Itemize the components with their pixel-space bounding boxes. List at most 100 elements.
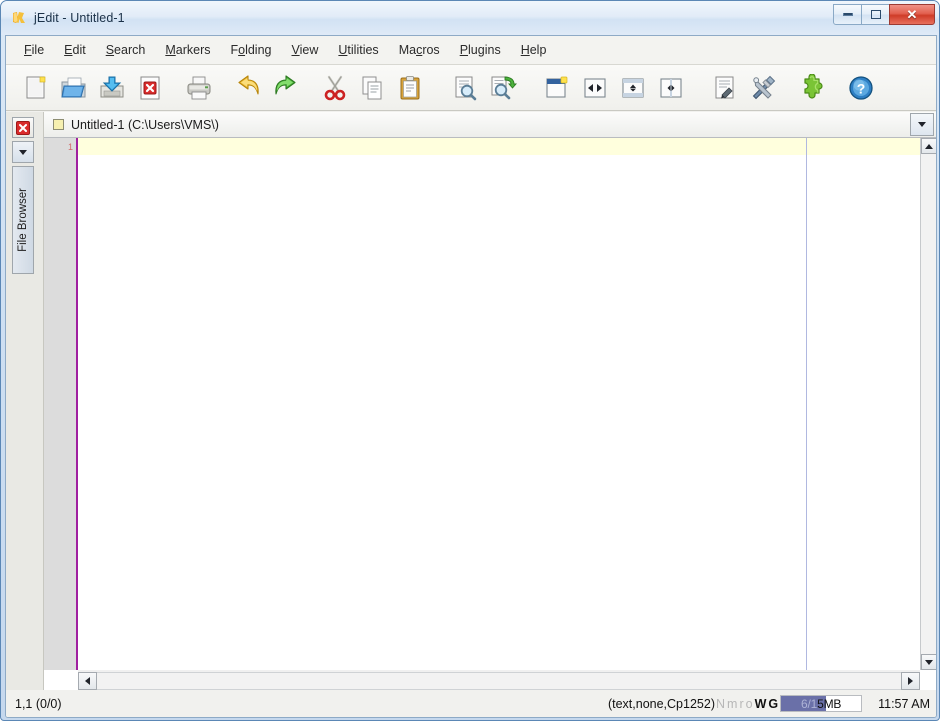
close-file-icon bbox=[140, 76, 160, 99]
dock-close-button[interactable] bbox=[12, 117, 34, 138]
cut-button[interactable] bbox=[316, 69, 354, 107]
split-vertical-button[interactable] bbox=[652, 69, 690, 107]
undo-button[interactable] bbox=[229, 69, 267, 107]
window-title: jEdit - Untitled-1 bbox=[34, 11, 125, 25]
arrow-right-icon bbox=[908, 677, 913, 685]
status-flag-linesep[interactable]: W bbox=[754, 697, 768, 711]
menu-edit[interactable]: Edit bbox=[54, 39, 96, 61]
global-options-icon bbox=[752, 75, 776, 99]
close-file-button[interactable] bbox=[131, 69, 169, 107]
cut-icon bbox=[324, 75, 346, 100]
title-bar: jEdit - Untitled-1 ✕ bbox=[1, 1, 939, 35]
redo-button[interactable] bbox=[267, 69, 305, 107]
open-file-button[interactable] bbox=[55, 69, 93, 107]
save-file-icon bbox=[100, 76, 124, 97]
menu-macros[interactable]: Macros bbox=[389, 39, 450, 61]
menu-plugins[interactable]: Plugins bbox=[450, 39, 511, 61]
sidebar-item-file-browser[interactable]: File Browser bbox=[12, 166, 34, 274]
toolbar-separator bbox=[690, 69, 706, 107]
menu-view[interactable]: View bbox=[282, 39, 329, 61]
help-button[interactable]: ? bbox=[842, 69, 880, 107]
buffer-title-strip: Untitled-1 (C:\Users\VMS\) bbox=[44, 112, 936, 138]
open-file-icon bbox=[61, 77, 86, 97]
menu-utilities[interactable]: Utilities bbox=[328, 39, 388, 61]
arrow-up-icon bbox=[925, 143, 933, 149]
toolbar-separator bbox=[169, 69, 180, 107]
clock-indicator[interactable]: 11:57 AM bbox=[878, 697, 930, 711]
window-client-area: File Edit Search Markers Folding View Ut… bbox=[5, 35, 937, 718]
undo-icon bbox=[238, 74, 259, 95]
close-button[interactable]: ✕ bbox=[889, 4, 935, 25]
find-icon bbox=[455, 76, 477, 100]
find-next-icon bbox=[491, 76, 517, 99]
arrow-left-icon bbox=[85, 677, 90, 685]
menu-folding[interactable]: Folding bbox=[220, 39, 281, 61]
line-number-gutter[interactable]: 1 bbox=[44, 138, 76, 670]
menu-markers[interactable]: Markers bbox=[155, 39, 220, 61]
scroll-left-button[interactable] bbox=[78, 672, 97, 690]
new-file-button[interactable] bbox=[17, 69, 55, 107]
horizontal-scroll-track[interactable] bbox=[97, 672, 901, 690]
caret-position-indicator[interactable]: 1,1 (0/0) bbox=[15, 697, 62, 711]
current-buffer-icon bbox=[715, 76, 734, 99]
minimize-button[interactable] bbox=[833, 4, 862, 25]
dock-close-icon bbox=[16, 120, 30, 135]
window-controls: ✕ bbox=[833, 4, 935, 26]
print-button[interactable] bbox=[180, 69, 218, 107]
new-view-icon bbox=[546, 76, 568, 98]
left-dock-strip: File Browser bbox=[6, 112, 44, 692]
save-file-button[interactable] bbox=[93, 69, 131, 107]
close-icon: ✕ bbox=[906, 7, 918, 22]
vertical-scrollbar[interactable] bbox=[920, 138, 936, 670]
current-buffer-options-button[interactable] bbox=[706, 69, 744, 107]
plugin-manager-button[interactable] bbox=[793, 69, 831, 107]
buffer-status-swatch bbox=[53, 119, 64, 130]
copy-button[interactable] bbox=[354, 69, 392, 107]
new-view-button[interactable] bbox=[538, 69, 576, 107]
toolbar-separator bbox=[305, 69, 316, 107]
global-options-button[interactable] bbox=[744, 69, 782, 107]
status-flag-overwrite[interactable]: o bbox=[745, 697, 754, 711]
copy-icon bbox=[362, 76, 382, 99]
scroll-right-button[interactable] bbox=[901, 672, 920, 690]
editor-pane: Untitled-1 (C:\Users\VMS\) 1 bbox=[44, 112, 936, 692]
main-toolbar: ? bbox=[6, 65, 936, 111]
plugin-manager-icon bbox=[804, 73, 823, 99]
dock-menu-button[interactable] bbox=[12, 141, 34, 163]
toolbar-separator bbox=[782, 69, 793, 107]
jedit-logo-icon bbox=[11, 10, 27, 26]
paste-button[interactable] bbox=[392, 69, 430, 107]
memory-usage-label: 6/1 5MB bbox=[801, 696, 842, 711]
buffer-switcher-dropdown[interactable] bbox=[910, 113, 934, 136]
memory-usage-indicator[interactable]: 6/1 5MB bbox=[780, 695, 863, 712]
status-flags: N m r o W G bbox=[715, 697, 779, 711]
maximize-button[interactable] bbox=[861, 4, 890, 25]
line-number: 1 bbox=[67, 142, 73, 152]
text-area-container: 1 bbox=[44, 138, 936, 692]
text-editor-canvas[interactable] bbox=[78, 138, 922, 670]
status-flag-foldmode[interactable]: G bbox=[767, 697, 779, 711]
find-button[interactable] bbox=[446, 69, 484, 107]
menu-search[interactable]: Search bbox=[96, 39, 156, 61]
status-bar: 1,1 (0/0) (text,none,Cp1252) N m r o W G… bbox=[6, 690, 936, 717]
toolbar-separator bbox=[430, 69, 446, 107]
split-horizontal-button[interactable] bbox=[614, 69, 652, 107]
status-bar-right-group: (text,none,Cp1252) N m r o W G 6/1 5MB 11… bbox=[608, 690, 930, 717]
svg-text:?: ? bbox=[857, 80, 866, 96]
horizontal-scrollbar[interactable] bbox=[78, 670, 920, 692]
menu-help[interactable]: Help bbox=[511, 39, 557, 61]
vertical-scroll-track[interactable] bbox=[921, 154, 936, 654]
menu-file[interactable]: File bbox=[14, 39, 54, 61]
redo-icon bbox=[275, 74, 296, 95]
paste-icon bbox=[400, 75, 420, 99]
scroll-down-button[interactable] bbox=[921, 654, 936, 670]
mode-encoding-indicator[interactable]: (text,none,Cp1252) bbox=[608, 697, 715, 711]
split-vertical-icon bbox=[660, 77, 682, 98]
find-next-button[interactable] bbox=[484, 69, 522, 107]
unsplit-button[interactable] bbox=[576, 69, 614, 107]
status-flag-wrap[interactable]: N bbox=[715, 697, 726, 711]
toolbar-separator bbox=[522, 69, 538, 107]
current-line-highlight bbox=[78, 138, 922, 155]
scroll-up-button[interactable] bbox=[921, 138, 936, 154]
status-flag-multiselect[interactable]: m bbox=[726, 697, 738, 711]
